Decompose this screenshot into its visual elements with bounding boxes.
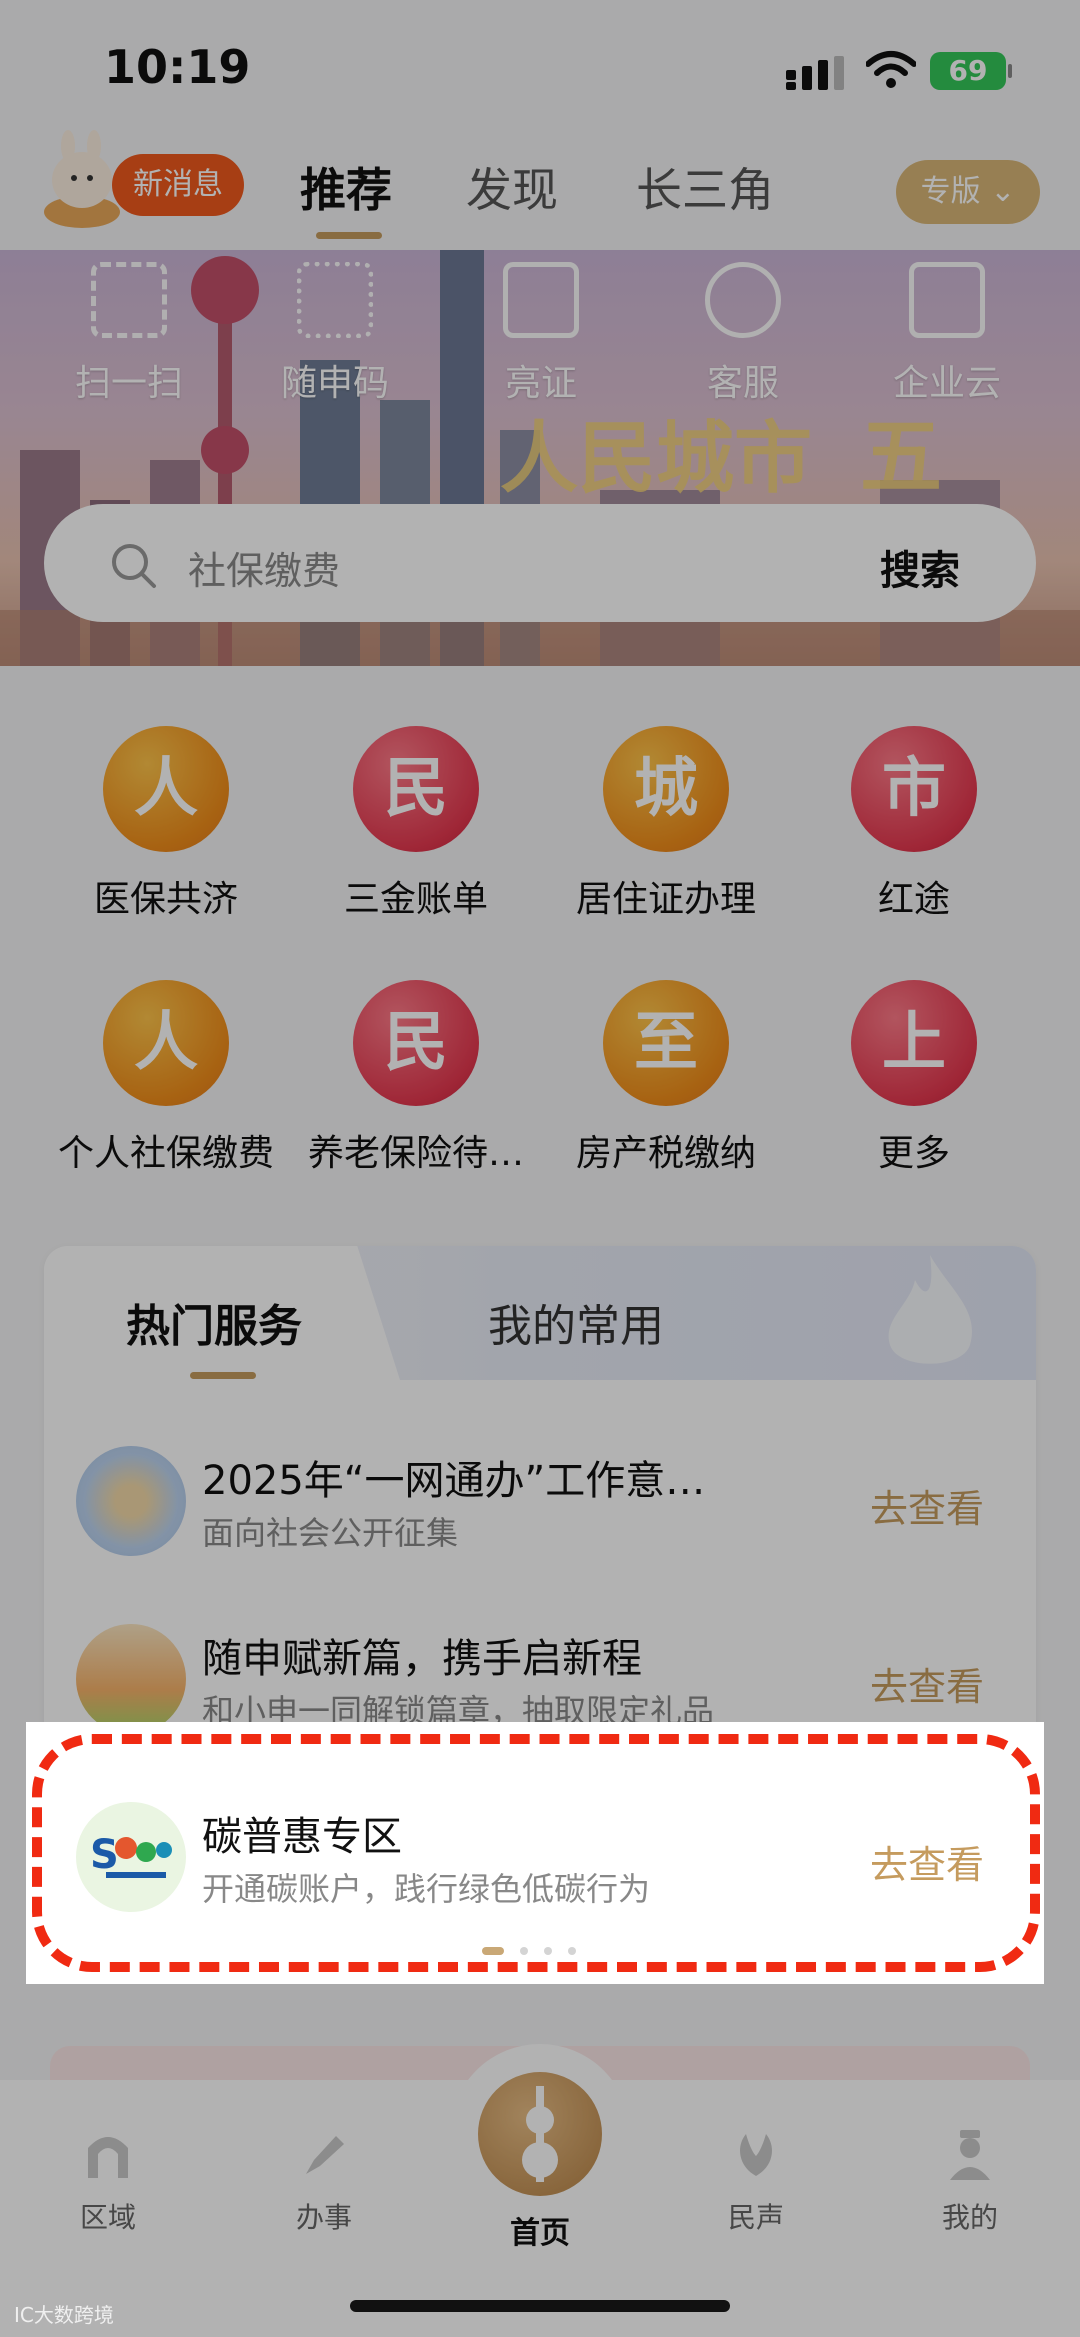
dim-overlay	[0, 0, 1080, 2337]
highlight-dashed-border	[32, 1734, 1040, 1972]
home-indicator	[350, 2300, 730, 2312]
watermark-logo: IC大数跨境	[14, 2303, 114, 2327]
svg-text:IC大数跨境: IC大数跨境	[14, 2303, 114, 2327]
